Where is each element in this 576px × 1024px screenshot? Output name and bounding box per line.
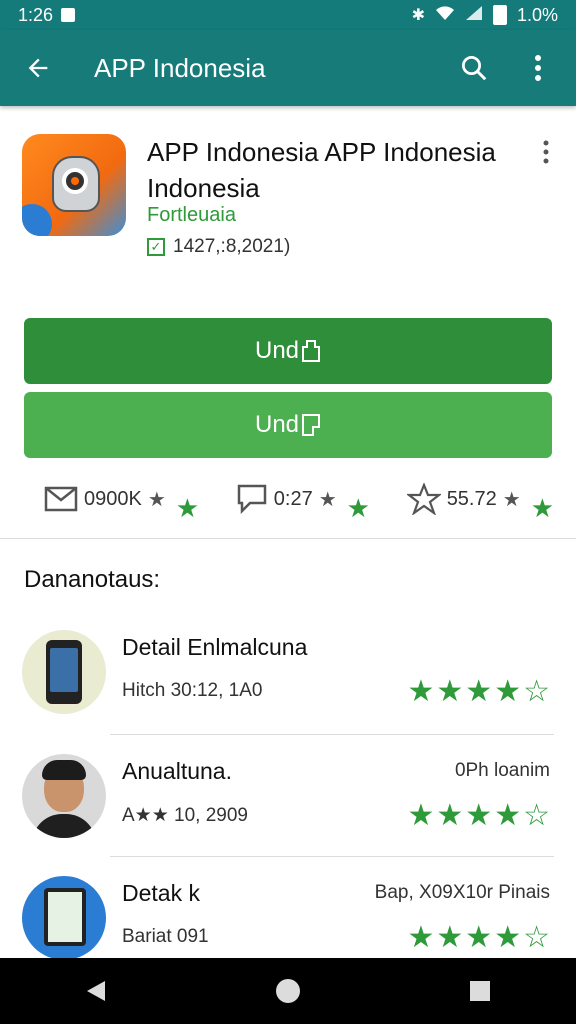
green-star-icon: ★ xyxy=(175,492,200,523)
open-button-label: Und xyxy=(254,411,300,438)
tablet-device xyxy=(44,888,86,946)
stat-comments-value: 0:27 xyxy=(273,487,313,510)
phone-device xyxy=(46,640,82,704)
back-button[interactable] xyxy=(20,50,56,86)
star-icon: ★ xyxy=(147,488,166,511)
robot-eye xyxy=(62,168,88,194)
app-bar-title: APP Indonesia xyxy=(94,52,266,83)
more-vert-icon xyxy=(543,140,549,164)
app-title: APP Indonesia APP Indonesia Indonesia xyxy=(147,137,496,203)
list-item-name: Detak k xyxy=(122,880,200,906)
list-item-name: Detail Enlmalcuna xyxy=(122,634,308,660)
app-icon-swoosh xyxy=(22,204,52,236)
bluetooth-icon: ✱ xyxy=(411,7,425,24)
check-box-icon: ✓ xyxy=(147,238,165,256)
square-recents-icon xyxy=(470,981,490,1001)
signal-icon xyxy=(465,5,483,26)
status-right: ✱ 1.0% xyxy=(412,5,558,26)
notification-icon xyxy=(61,8,76,22)
stat-downloads: 0900K ★ ★ xyxy=(44,474,199,524)
nav-home-button[interactable] xyxy=(268,971,308,1011)
rating-stars: ★★★★☆ xyxy=(407,921,552,954)
phone-thumbnail xyxy=(22,630,106,714)
search-icon xyxy=(462,56,487,81)
avatar xyxy=(22,754,106,838)
arrow-left-icon xyxy=(28,58,48,78)
status-time: 1:26 xyxy=(18,4,54,25)
status-time-group: 1:26 xyxy=(18,4,76,26)
list-item-sub: Bariat 091 xyxy=(122,926,209,947)
stat-rating-value: 55.72 xyxy=(446,487,497,510)
rating-stars: ★★★★☆ xyxy=(407,675,552,708)
star-icon: ★ xyxy=(502,488,521,511)
install-button[interactable]: Und xyxy=(24,318,552,384)
stat-rating: 55.72 ★ ★ xyxy=(406,474,554,524)
install-button-label: Und xyxy=(254,337,300,364)
more-vert-icon xyxy=(535,55,541,81)
nav-recents-button[interactable] xyxy=(460,971,500,1011)
app-meta: ✓ 1427,:8,2021) xyxy=(147,236,290,258)
list-item-sub: A★★ 10, 2909 xyxy=(122,805,248,826)
list-item-right: 0Ph loanim xyxy=(454,760,550,781)
stats-row: 0900K ★ ★ 0:27 ★ ★ 55.72 ★ ★ xyxy=(44,474,554,524)
app-developer[interactable]: Fortleuaia xyxy=(147,204,236,227)
divider xyxy=(110,734,554,735)
list-item[interactable]: Detail Enlmalcuna Hitch 30:12, 1A0 ★★★★☆ xyxy=(0,630,576,750)
battery-level: 1.0% xyxy=(516,4,558,25)
search-button[interactable] xyxy=(456,50,492,86)
battery-icon xyxy=(492,5,507,25)
screen: 1:26 ✱ 1.0% APP Indonesia APP Indonesia … xyxy=(0,0,576,1024)
app-bar-actions xyxy=(456,50,556,86)
open-button[interactable]: Und xyxy=(24,392,552,458)
triangle-back-icon xyxy=(87,981,105,1001)
star-icon: ★ xyxy=(318,488,337,511)
open-box-icon xyxy=(302,340,321,362)
stat-downloads-value: 0900K xyxy=(84,487,142,510)
avatar-hair xyxy=(42,760,86,780)
star-outline-icon xyxy=(406,483,441,515)
section-title: Dananotaus: xyxy=(24,566,161,593)
app-icon xyxy=(22,134,126,236)
app-bar: APP Indonesia xyxy=(0,30,576,106)
list-item-right: Bap, X09X10r Pinais xyxy=(374,882,550,903)
status-bar: 1:26 ✱ 1.0% xyxy=(0,0,576,30)
wifi-icon xyxy=(435,5,455,26)
divider xyxy=(110,856,554,857)
green-star-icon: ★ xyxy=(346,492,370,523)
tablet-thumbnail xyxy=(22,876,106,960)
nav-back-button[interactable] xyxy=(76,971,116,1011)
stat-comments: 0:27 ★ ★ xyxy=(236,474,370,524)
divider xyxy=(0,538,576,539)
app-more-button[interactable] xyxy=(542,140,562,170)
app-header: APP Indonesia APP Indonesia Indonesia Fo… xyxy=(22,130,562,270)
more-options-button[interactable] xyxy=(520,50,556,86)
nav-bar xyxy=(0,958,576,1024)
list-item-sub: Hitch 30:12, 1A0 xyxy=(122,680,263,701)
circle-home-icon xyxy=(276,979,300,1003)
comment-icon xyxy=(237,484,267,515)
list-item-name: Anualtuna. xyxy=(122,758,232,784)
rating-stars: ★★★★☆ xyxy=(407,799,552,832)
mail-icon xyxy=(44,486,78,512)
avatar-shirt xyxy=(32,814,96,838)
app-meta-text: 1427,:8,2021) xyxy=(173,236,291,257)
green-star-icon: ★ xyxy=(530,492,554,523)
open-box-icon xyxy=(302,414,321,436)
